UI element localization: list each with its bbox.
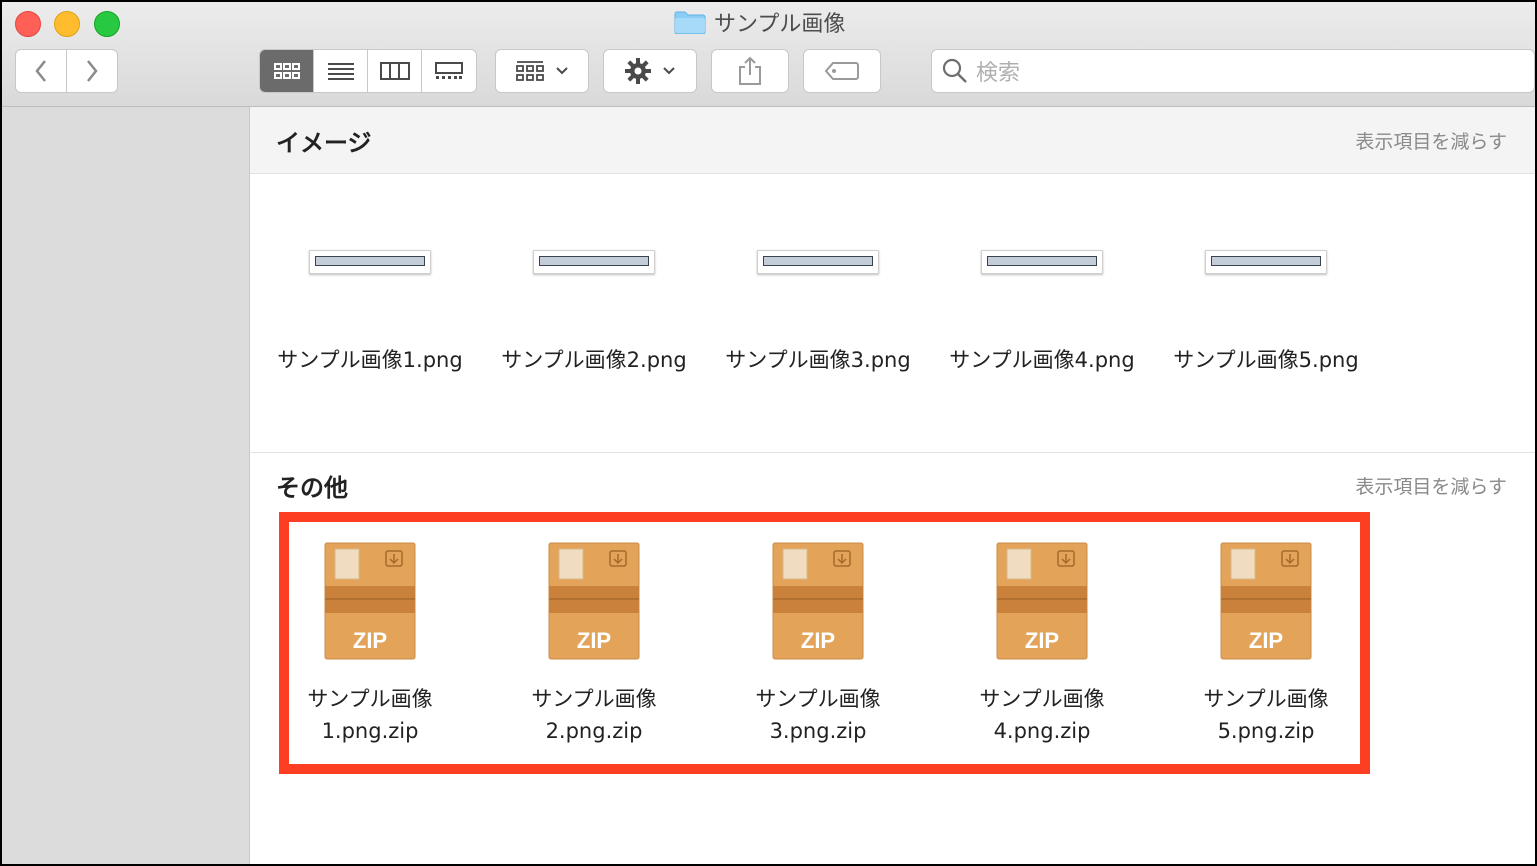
zip-label: ZIP	[1025, 628, 1059, 653]
file-name-line1: サンプル画像	[307, 687, 433, 711]
section-header-other: その他 表示項目を減らす	[250, 452, 1535, 517]
file-name-line2: 2.png.zip	[545, 719, 643, 743]
file-name: サンプル画像 4.png.zip	[930, 683, 1154, 747]
zip-archive-icon: ZIP	[1220, 542, 1312, 660]
back-button[interactable]	[15, 49, 67, 93]
zip-archive-icon: ZIP	[996, 542, 1088, 660]
section-header-images: イメージ 表示項目を減らす	[250, 107, 1535, 174]
zip-archive-icon: ZIP	[548, 542, 640, 660]
search-placeholder: 検索	[976, 61, 1021, 86]
file-name-line1: サンプル画像	[755, 687, 881, 711]
tags-button[interactable]	[803, 49, 881, 93]
file-name: サンプル画像5.png	[1173, 348, 1359, 372]
gear-icon	[625, 58, 651, 84]
gallery-view-button[interactable]	[422, 50, 476, 92]
file-name: サンプル画像1.png	[277, 348, 463, 372]
zip-label: ZIP	[577, 628, 611, 653]
show-less-link[interactable]: 表示項目を減らす	[1355, 472, 1507, 499]
file-name-line1: サンプル画像	[979, 687, 1105, 711]
file-name: サンプル画像3.png	[725, 348, 911, 372]
file-name: サンプル画像 1.png.zip	[258, 683, 482, 747]
zip-label: ZIP	[353, 628, 387, 653]
group-by-button[interactable]	[495, 49, 589, 93]
file-item[interactable]: サンプル画像2.png	[482, 250, 706, 374]
zip-archive-icon: ZIP	[772, 542, 864, 660]
group-grid-icon	[516, 61, 544, 81]
file-name: サンプル画像 3.png.zip	[706, 683, 930, 747]
finder-window: サンプル画像 検索 イメージ 表示項目を減らす サンプル画像1.png サンプル…	[0, 0, 1537, 866]
file-name-line2: 1.png.zip	[321, 719, 419, 743]
file-name-line1: サンプル画像	[1203, 687, 1329, 711]
file-name-line2: 5.png.zip	[1217, 719, 1315, 743]
image-thumbnail	[981, 250, 1103, 274]
section-title: その他	[276, 473, 348, 502]
file-item[interactable]: ZIP サンプル画像 3.png.zip	[706, 542, 930, 747]
file-item[interactable]: サンプル画像3.png	[706, 250, 930, 374]
zoom-window-button[interactable]	[94, 11, 120, 37]
action-menu-button[interactable]	[603, 49, 697, 93]
close-window-button[interactable]	[15, 11, 41, 37]
section-title: イメージ	[276, 128, 372, 157]
chevron-right-icon	[87, 60, 98, 82]
folder-icon	[674, 11, 706, 34]
title-bar: サンプル画像 検索	[2, 2, 1535, 107]
file-item[interactable]: ZIP サンプル画像 5.png.zip	[1154, 542, 1378, 747]
image-thumbnail	[757, 250, 879, 274]
tag-icon	[824, 62, 859, 80]
search-field[interactable]: 検索	[931, 49, 1535, 93]
file-name: サンプル画像 2.png.zip	[482, 683, 706, 747]
window-title-text: サンプル画像	[714, 12, 846, 37]
file-name: サンプル画像2.png	[501, 348, 687, 372]
zip-archive-icon: ZIP	[324, 542, 416, 660]
file-name: サンプル画像 5.png.zip	[1154, 683, 1378, 747]
file-name-line1: サンプル画像	[531, 687, 657, 711]
list-icon	[327, 63, 354, 80]
search-icon	[942, 58, 967, 83]
file-item[interactable]: サンプル画像5.png	[1154, 250, 1378, 374]
list-view-button[interactable]	[314, 50, 368, 92]
file-name-line2: 4.png.zip	[993, 719, 1091, 743]
window-title: サンプル画像	[674, 6, 845, 38]
columns-icon	[379, 62, 410, 80]
file-area: イメージ 表示項目を減らす サンプル画像1.png サンプル画像2.png サン…	[250, 107, 1535, 864]
view-mode-control	[259, 49, 477, 93]
zip-label: ZIP	[801, 628, 835, 653]
file-name-line2: 3.png.zip	[769, 719, 867, 743]
image-thumbnail	[533, 250, 655, 274]
file-item[interactable]: ZIP サンプル画像 4.png.zip	[930, 542, 1154, 747]
image-thumbnail	[309, 250, 431, 274]
show-less-link[interactable]: 表示項目を減らす	[1355, 127, 1507, 154]
zip-label: ZIP	[1249, 628, 1283, 653]
chevron-down-icon	[663, 67, 675, 75]
share-button[interactable]	[711, 49, 789, 93]
image-thumbnail	[1205, 250, 1327, 274]
share-icon	[739, 56, 761, 85]
chevron-left-icon	[35, 60, 46, 82]
minimize-window-button[interactable]	[54, 11, 80, 37]
sidebar	[2, 107, 250, 864]
file-name: サンプル画像4.png	[949, 348, 1135, 372]
icon-grid-icon	[273, 63, 300, 79]
column-view-button[interactable]	[368, 50, 422, 92]
file-item[interactable]: ZIP サンプル画像 2.png.zip	[482, 542, 706, 747]
gallery-icon	[435, 62, 463, 79]
forward-button[interactable]	[66, 49, 118, 93]
chevron-down-icon	[556, 67, 568, 75]
icon-view-button[interactable]	[260, 50, 314, 92]
file-item[interactable]: サンプル画像4.png	[930, 250, 1154, 374]
file-item[interactable]: サンプル画像1.png	[258, 250, 482, 374]
file-item[interactable]: ZIP サンプル画像 1.png.zip	[258, 542, 482, 747]
